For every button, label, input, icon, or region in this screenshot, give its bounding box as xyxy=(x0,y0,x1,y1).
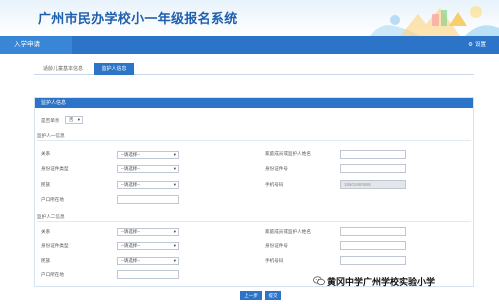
guardian1-idtype-value: --请选择-- xyxy=(121,166,141,171)
guardian2-phone-input[interactable] xyxy=(340,256,406,265)
section-divider xyxy=(37,140,471,141)
guardian1-ethnicity-label: 民族 xyxy=(41,182,51,187)
guardian2-ethnicity-select[interactable]: --请选择-- ▾ xyxy=(117,257,179,265)
site-header: 广州市民办学校小一年级报名系统 xyxy=(0,0,499,36)
guardian2-hukou-label: 户口所在地 xyxy=(41,272,64,277)
single-parent-label: 是否单亲 xyxy=(41,118,60,123)
chevron-down-icon: ▾ xyxy=(173,166,176,171)
wechat-icon xyxy=(313,276,325,286)
settings-label: 设置 xyxy=(474,42,486,48)
guardian2-section-title: 监护人二信息 xyxy=(37,214,65,219)
guardian2-relation-label: 关系 xyxy=(41,229,51,234)
guardian2-name-input[interactable] xyxy=(340,227,406,236)
guardian1-hukou-input[interactable] xyxy=(117,195,179,204)
settings-link[interactable]: ⚙ 设置 xyxy=(468,36,486,54)
guardian1-relation-value: --请选择-- xyxy=(121,152,141,157)
top-navbar: 入学申请 ⚙ 设置 xyxy=(0,36,499,54)
guardian2-idtype-label: 身份证件类型 xyxy=(41,243,69,248)
guardian1-phone-input: 18601960695 xyxy=(340,180,406,189)
chevron-down-icon: ▾ xyxy=(77,117,80,122)
guardian1-section-title: 监护人一信息 xyxy=(37,133,65,138)
guardian1-relation-select[interactable]: --请选择-- ▾ xyxy=(117,151,179,159)
guardian2-idtype-select[interactable]: --请选择-- ▾ xyxy=(117,242,179,250)
guardian1-ethnicity-select[interactable]: --请选择-- ▾ xyxy=(117,181,179,189)
guardian1-idtype-label: 身份证件类型 xyxy=(41,166,69,171)
guardian-form-panel: 监护人信息 是否单亲 否 ▾ 监护人一信息 关系 --请选择-- ▾ 家庭成员或监护… xyxy=(34,97,474,287)
guardian2-idnumber-input[interactable] xyxy=(340,241,406,250)
guardian1-idtype-select[interactable]: --请选择-- ▾ xyxy=(117,165,179,173)
guardian2-ethnicity-label: 民族 xyxy=(41,258,51,263)
watermark-text: 黄冈中学广州学校实验小学 xyxy=(327,277,436,287)
guardian1-idnumber-input[interactable] xyxy=(340,164,406,173)
guardian1-idnumber-label: 身份证件号 xyxy=(265,166,288,171)
guardian1-phone-label: 手机号码 xyxy=(265,182,284,187)
form-tabs: 适龄儿童基本信息 监护人信息 xyxy=(34,62,474,75)
chevron-down-icon: ▾ xyxy=(173,229,176,234)
single-parent-select[interactable]: 否 ▾ xyxy=(65,116,83,124)
panel-title: 监护人信息 xyxy=(35,98,473,108)
guardian1-ethnicity-value: --请选择-- xyxy=(121,182,141,187)
tab-guardian-info[interactable]: 监护人信息 xyxy=(94,63,134,75)
guardian2-ethnicity-value: --请选择-- xyxy=(121,258,141,263)
guardian2-relation-value: --请选择-- xyxy=(121,229,141,234)
guardian2-idnumber-label: 身份证件号 xyxy=(265,243,288,248)
guardian2-idtype-value: --请选择-- xyxy=(121,243,141,248)
guardian2-relation-select[interactable]: --请选择-- ▾ xyxy=(117,228,179,236)
page-title: 广州市民办学校小一年级报名系统 xyxy=(38,11,238,26)
chevron-down-icon: ▾ xyxy=(173,182,176,187)
prev-step-button[interactable]: 上一步 xyxy=(240,291,262,300)
tab-child-info[interactable]: 适龄儿童基本信息 xyxy=(34,63,92,75)
guardian1-phone-value: 18601960695 xyxy=(344,182,371,187)
watermark: 黄冈中学广州学校实验小学 xyxy=(313,275,435,289)
guardian1-name-label: 家庭成员或监护人姓名 xyxy=(265,151,311,156)
guardian1-relation-label: 关系 xyxy=(41,151,51,156)
section-divider xyxy=(37,221,471,222)
guardian1-hukou-label: 户口所在地 xyxy=(41,197,64,202)
guardian2-name-label: 家庭成员或监护人姓名 xyxy=(265,229,311,234)
chevron-down-icon: ▾ xyxy=(173,152,176,157)
submit-button[interactable]: 提交 xyxy=(265,291,281,300)
chevron-down-icon: ▾ xyxy=(173,243,176,248)
guardian2-phone-label: 手机号码 xyxy=(265,258,284,263)
single-parent-value: 否 xyxy=(69,117,74,122)
gear-icon: ⚙ xyxy=(468,42,473,48)
nav-section-title[interactable]: 入学申请 xyxy=(0,36,72,54)
chevron-down-icon: ▾ xyxy=(173,258,176,263)
guardian1-name-input[interactable] xyxy=(340,150,406,159)
guardian2-hukou-input[interactable] xyxy=(117,270,179,279)
